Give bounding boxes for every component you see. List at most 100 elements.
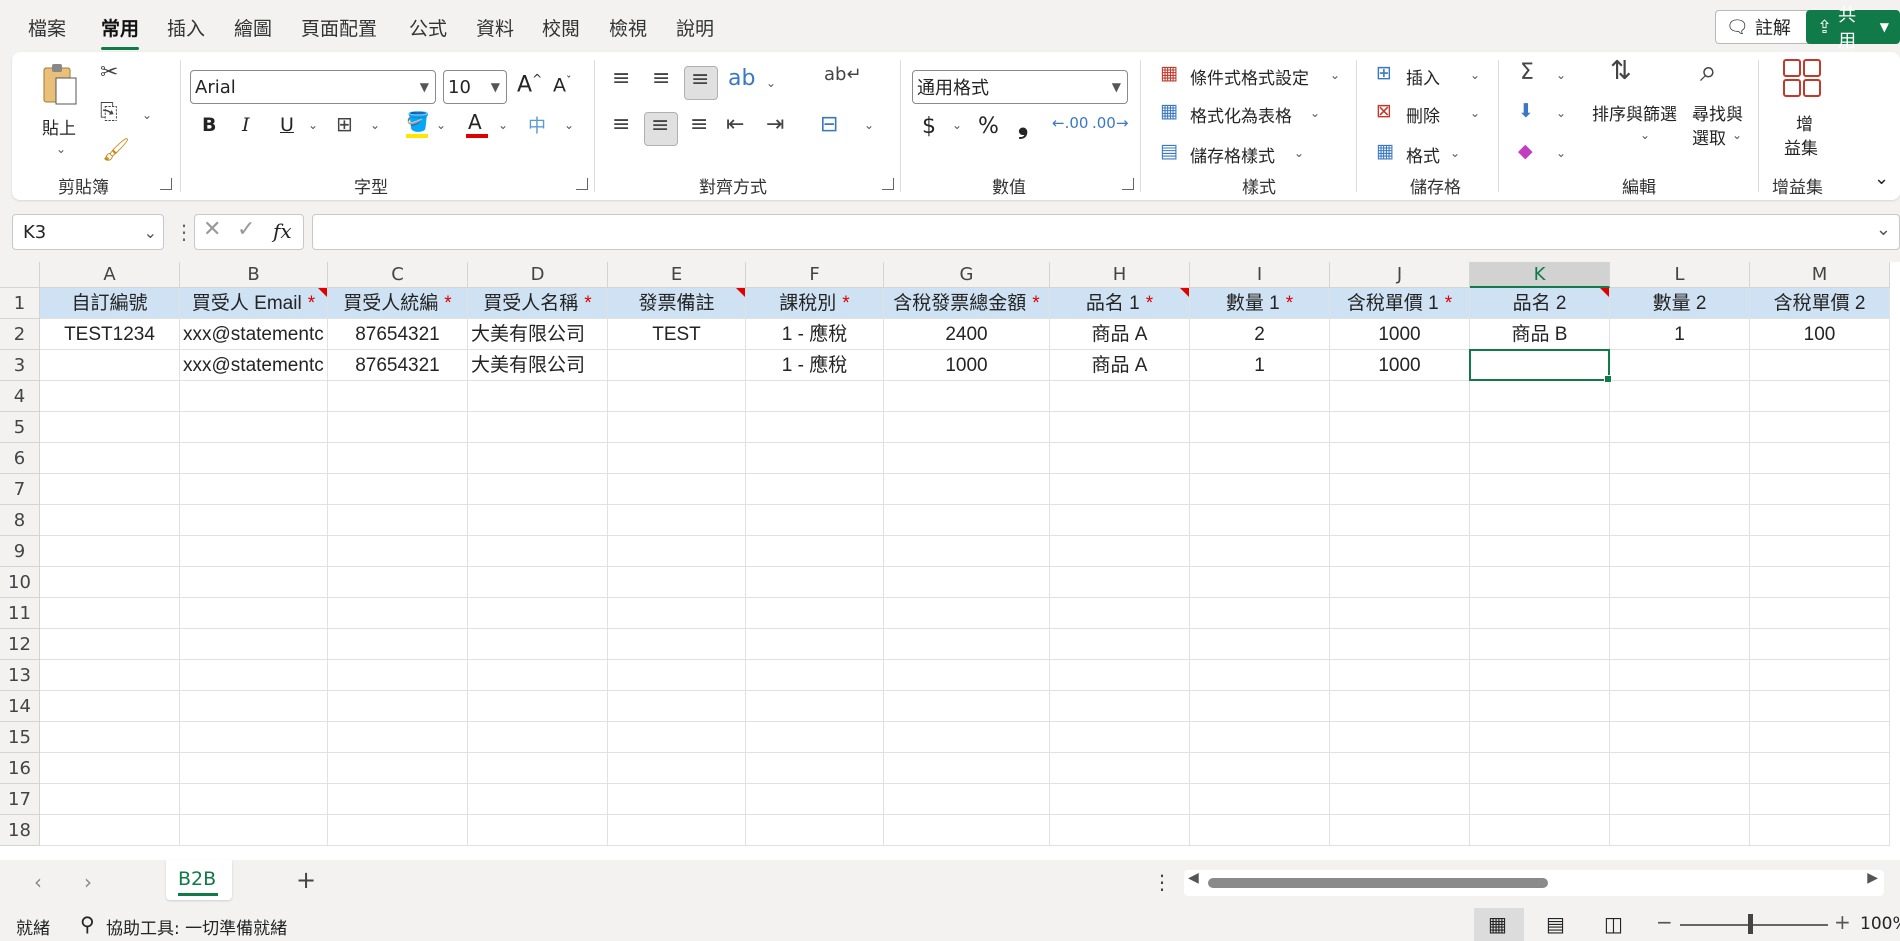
scroll-right-icon[interactable]: ▶ — [1867, 870, 1878, 886]
addins-button[interactable] — [1782, 58, 1824, 100]
empty-cell[interactable] — [746, 381, 884, 412]
page-break-icon[interactable]: ◫ — [1604, 912, 1623, 936]
empty-cell[interactable] — [608, 753, 746, 784]
chevron-down-icon[interactable]: ⌄ — [1556, 146, 1566, 160]
chevron-down-icon[interactable]: ⌄ — [564, 118, 574, 132]
format-cells-button[interactable]: 格式 — [1406, 142, 1440, 167]
chevron-down-icon[interactable]: ⌄ — [56, 142, 66, 156]
share-button[interactable]: ⇪ 共用 ▼ — [1806, 5, 1900, 52]
search-icon[interactable]: ⌕ — [1700, 54, 1717, 89]
header-cell[interactable]: 數量 1 * — [1190, 288, 1330, 319]
empty-cell[interactable] — [1190, 784, 1330, 815]
empty-cell[interactable] — [884, 412, 1050, 443]
empty-cell[interactable] — [40, 629, 180, 660]
empty-cell[interactable] — [1050, 598, 1190, 629]
empty-cell[interactable] — [180, 567, 328, 598]
empty-cell[interactable] — [1470, 722, 1610, 753]
row-header[interactable]: 15 — [0, 722, 40, 753]
name-box[interactable]: K3 ⌄ — [12, 214, 164, 250]
tab-data[interactable]: 資料 — [476, 14, 514, 41]
empty-cell[interactable] — [608, 784, 746, 815]
empty-cell[interactable] — [746, 474, 884, 505]
empty-cell[interactable] — [468, 567, 608, 598]
empty-cell[interactable] — [468, 598, 608, 629]
empty-cell[interactable] — [1470, 536, 1610, 567]
format-painter-icon[interactable]: 🖌 — [102, 138, 130, 163]
empty-cell[interactable] — [1330, 412, 1470, 443]
bold-button[interactable]: B — [202, 114, 216, 136]
empty-cell[interactable] — [1610, 443, 1750, 474]
row-header[interactable]: 12 — [0, 629, 40, 660]
column-header[interactable]: F — [746, 262, 884, 288]
empty-cell[interactable] — [608, 474, 746, 505]
empty-cell[interactable] — [1610, 567, 1750, 598]
wrap-text-icon[interactable]: ab↵ — [824, 64, 862, 85]
row-header[interactable]: 6 — [0, 443, 40, 474]
empty-cell[interactable] — [1190, 722, 1330, 753]
empty-cell[interactable] — [40, 536, 180, 567]
empty-cell[interactable] — [1470, 474, 1610, 505]
clear-icon[interactable]: ◆ — [1518, 140, 1533, 162]
empty-cell[interactable] — [884, 381, 1050, 412]
empty-cell[interactable] — [1610, 598, 1750, 629]
empty-cell[interactable] — [1610, 474, 1750, 505]
data-cell[interactable]: 1 — [1190, 350, 1330, 381]
empty-cell[interactable] — [328, 598, 468, 629]
empty-cell[interactable] — [40, 567, 180, 598]
chevron-left-icon[interactable]: ‹ — [34, 870, 42, 894]
accessibility-status[interactable]: 協助工具: 一切準備就緒 — [106, 914, 287, 939]
empty-cell[interactable] — [884, 536, 1050, 567]
empty-cell[interactable] — [1190, 412, 1330, 443]
increase-font-icon[interactable]: A^ — [517, 72, 542, 97]
conditional-format-icon[interactable]: ▦ — [1160, 62, 1178, 84]
phonetic-icon[interactable]: 中 — [528, 112, 546, 138]
empty-cell[interactable] — [1050, 753, 1190, 784]
empty-cell[interactable] — [608, 660, 746, 691]
chevron-down-icon[interactable]: ⌄ — [1470, 68, 1480, 82]
empty-cell[interactable] — [746, 598, 884, 629]
empty-cell[interactable] — [1050, 815, 1190, 846]
insert-cells-button[interactable]: 插入 — [1406, 64, 1440, 89]
empty-cell[interactable] — [1330, 691, 1470, 722]
zoom-out-icon[interactable]: − — [1656, 910, 1673, 934]
empty-cell[interactable] — [1190, 598, 1330, 629]
decrease-font-icon[interactable]: Aˇ — [553, 74, 572, 96]
empty-cell[interactable] — [608, 722, 746, 753]
delete-cells-icon[interactable]: ⊠ — [1376, 100, 1392, 122]
empty-cell[interactable] — [1750, 660, 1890, 691]
row-header[interactable]: 5 — [0, 412, 40, 443]
empty-cell[interactable] — [180, 536, 328, 567]
empty-cell[interactable] — [746, 784, 884, 815]
chevron-down-icon[interactable]: ⌄ — [1640, 128, 1650, 142]
format-table-button[interactable]: 格式化為表格 — [1190, 102, 1292, 127]
empty-cell[interactable] — [1610, 660, 1750, 691]
empty-cell[interactable] — [1050, 536, 1190, 567]
empty-cell[interactable] — [328, 753, 468, 784]
empty-cell[interactable] — [1330, 629, 1470, 660]
dialog-launcher-icon[interactable] — [576, 178, 588, 190]
align-middle-icon[interactable]: ≡ — [652, 66, 670, 91]
empty-cell[interactable] — [328, 443, 468, 474]
sort-filter-button[interactable]: 排序與篩選 — [1592, 100, 1677, 125]
empty-cell[interactable] — [468, 381, 608, 412]
tab-view[interactable]: 檢視 — [609, 14, 647, 41]
empty-cell[interactable] — [1330, 443, 1470, 474]
align-left-icon[interactable]: ≡ — [612, 112, 630, 137]
empty-cell[interactable] — [884, 443, 1050, 474]
data-cell[interactable] — [40, 350, 180, 381]
empty-cell[interactable] — [468, 815, 608, 846]
empty-cell[interactable] — [1470, 598, 1610, 629]
empty-cell[interactable] — [468, 474, 608, 505]
chevron-down-icon[interactable]: ⌄ — [436, 118, 446, 132]
tab-insert[interactable]: 插入 — [167, 14, 205, 41]
data-cell[interactable]: 1000 — [884, 350, 1050, 381]
page-layout-icon[interactable]: ▤ — [1546, 912, 1565, 936]
data-cell[interactable]: 87654321 — [328, 319, 468, 350]
empty-cell[interactable] — [40, 443, 180, 474]
tab-page-layout[interactable]: 頁面配置 — [301, 14, 377, 41]
data-cell[interactable]: 商品 A — [1050, 319, 1190, 350]
empty-cell[interactable] — [1330, 536, 1470, 567]
tab-formulas[interactable]: 公式 — [409, 14, 447, 41]
empty-cell[interactable] — [1610, 753, 1750, 784]
header-cell[interactable]: 買受人名稱 * — [468, 288, 608, 319]
